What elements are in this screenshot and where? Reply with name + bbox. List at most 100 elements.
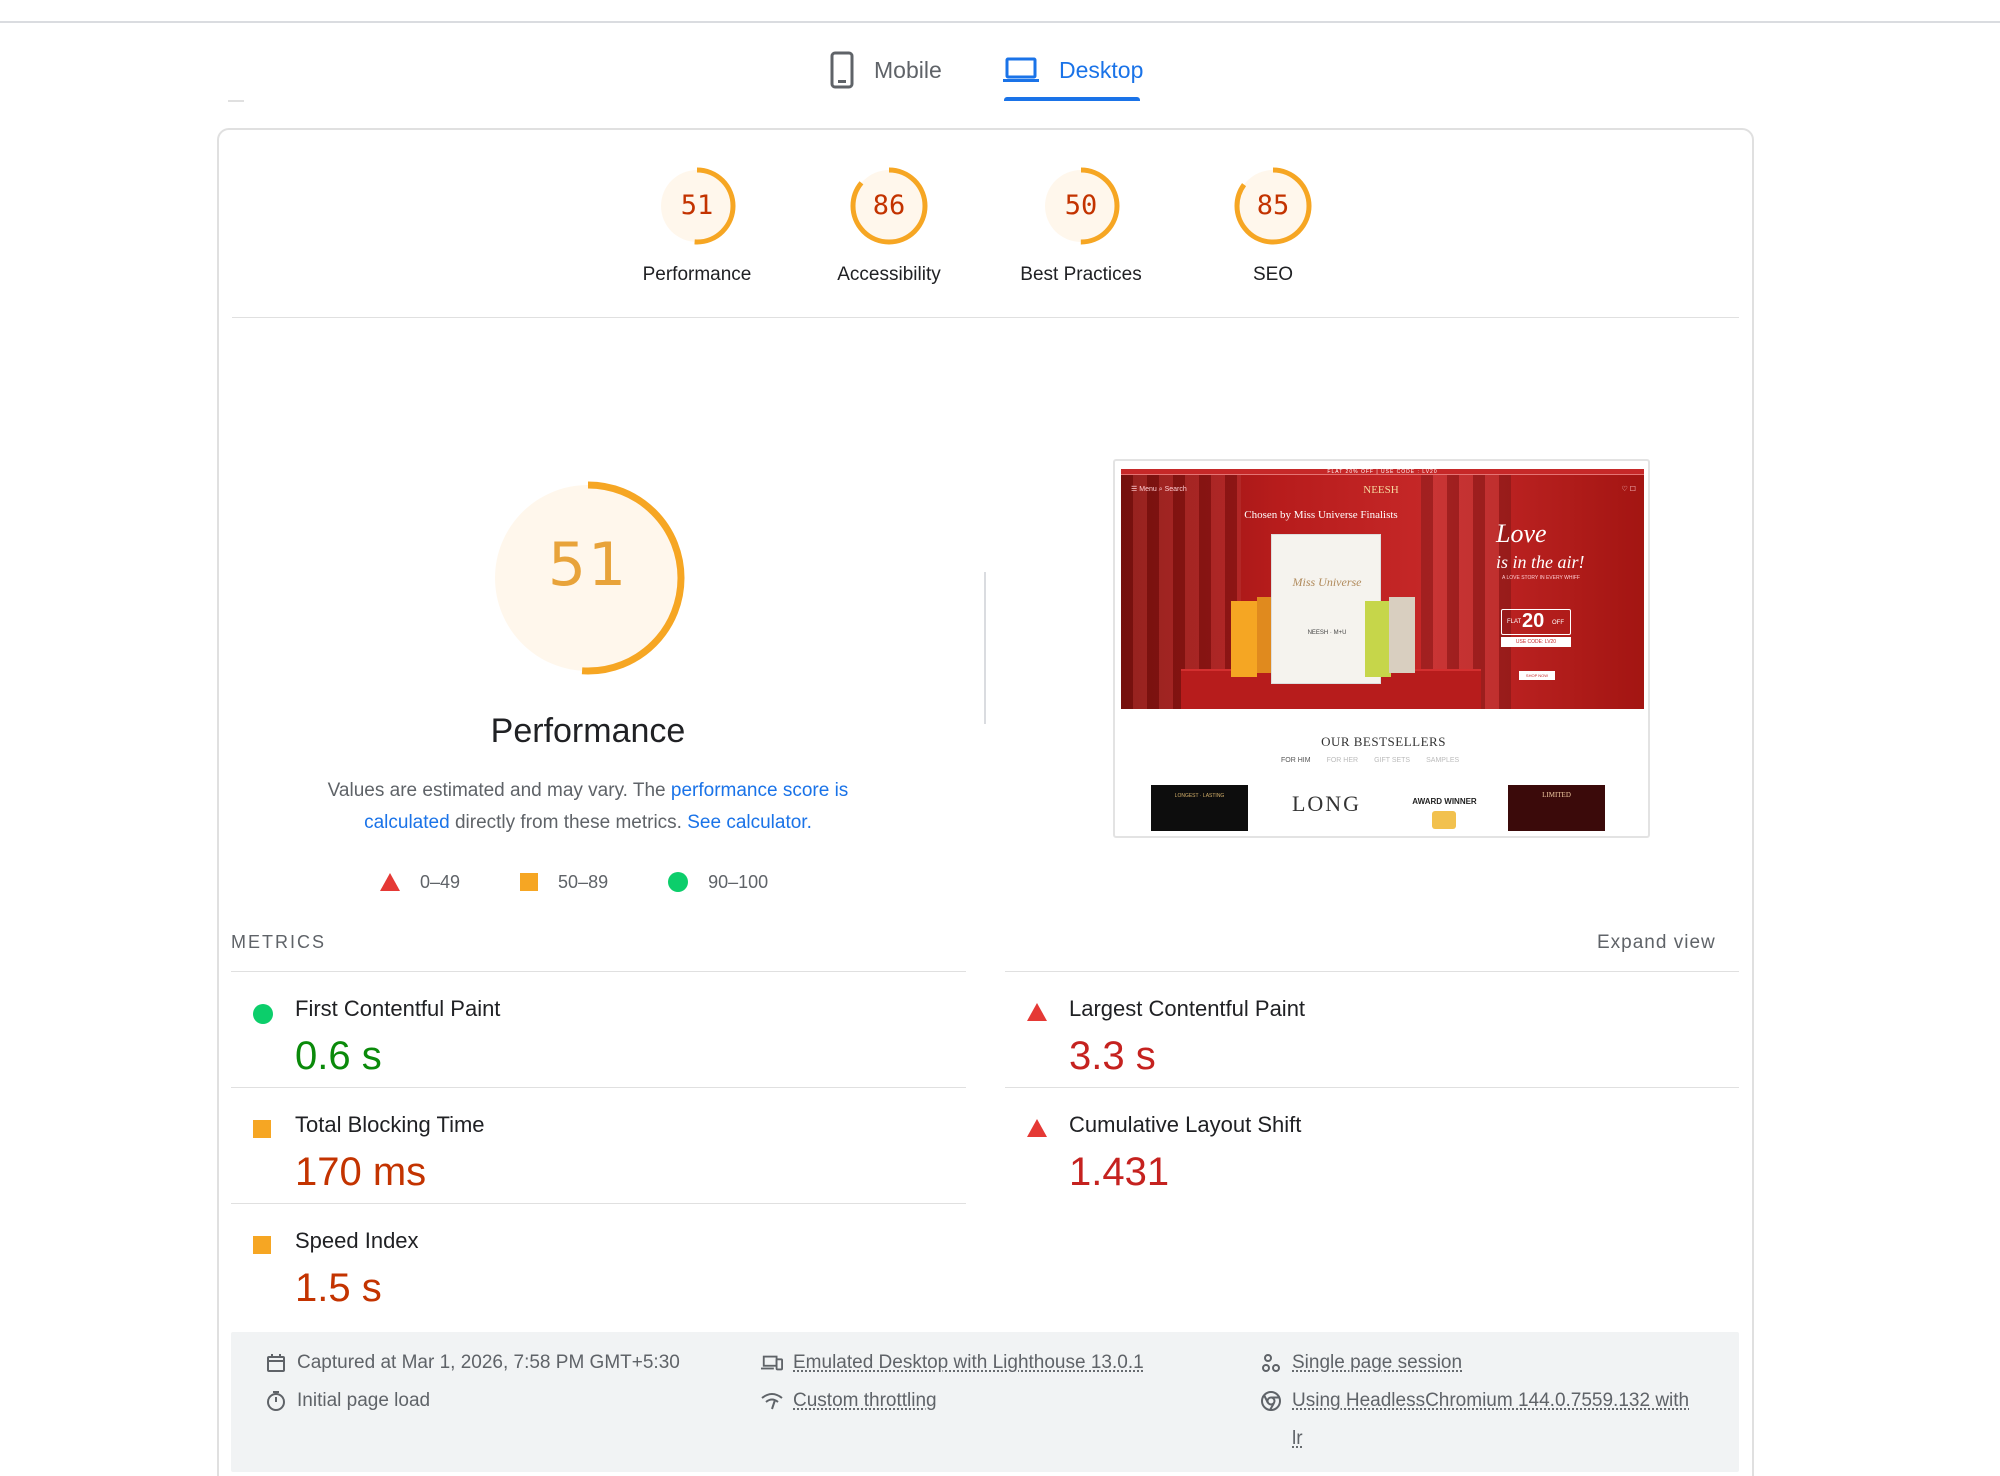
browser-version[interactable]: Using HeadlessChromium 144.0.7559.132 wi… (1260, 1382, 1689, 1458)
metric-value: 3.3 s (1069, 1034, 1156, 1079)
metric-value: 1.431 (1069, 1150, 1169, 1195)
perfume-box (1231, 601, 1257, 677)
captured-text: Captured at Mar 1, 2026, 7:58 PM GMT+5:3… (297, 1344, 680, 1382)
initial-text: Initial page load (297, 1382, 430, 1420)
gauge-accessibility[interactable]: 86 Accessibility (804, 165, 974, 286)
brand-logo: NEESH (1341, 484, 1421, 496)
metric-cls: Cumulative Layout Shift 1.431 (1005, 1100, 1705, 1210)
session-text: Single page session (1292, 1344, 1462, 1382)
active-tab-indicator (1004, 97, 1140, 101)
love-sub: A LOVE STORY IN EVERY WHIFF (1496, 575, 1586, 581)
legend-label: 50–89 (558, 872, 608, 893)
metric-name: Largest Contentful Paint (1069, 996, 1305, 1022)
people-icon (1260, 1344, 1282, 1382)
legend-average: 50–89 (520, 872, 608, 893)
calendar-icon (265, 1344, 287, 1382)
runtime-settings: Captured at Mar 1, 2026, 7:58 PM GMT+5:3… (231, 1332, 1739, 1472)
timer-icon (265, 1382, 287, 1420)
metric-name: Total Blocking Time (295, 1112, 485, 1138)
desc-text: directly from these metrics. (450, 812, 688, 833)
tab-desktop[interactable]: Desktop (1003, 38, 1143, 102)
emulated-text: Emulated Desktop with Lighthouse 13.0.1 (793, 1344, 1144, 1382)
wifi-icon (761, 1382, 783, 1420)
divider (232, 317, 1739, 318)
legend-good: 90–100 (668, 872, 768, 893)
triangle-icon (1027, 1119, 1047, 1137)
metric-value: 170 ms (295, 1150, 426, 1195)
gauge-score: 86 (804, 165, 974, 247)
divider (1005, 971, 1739, 972)
square-icon (253, 1236, 271, 1254)
product-thumb: LONGEST · LASTING (1151, 785, 1248, 831)
divider (231, 1087, 966, 1088)
square-icon (253, 1120, 271, 1138)
gauge-best-practices[interactable]: 50 Best Practices (996, 165, 1166, 286)
shop-now-button: SHOP NOW (1519, 671, 1555, 680)
promo-strip: FLAT 20% OFF | USE CODE : LV20 (1121, 469, 1644, 475)
product-thumb: LIMITED (1508, 785, 1605, 831)
device-tabs: Mobile Desktop (0, 38, 2000, 102)
phone-icon (830, 51, 854, 89)
expand-view-button[interactable]: Expand view (1597, 932, 1716, 954)
perfume-box (1365, 601, 1391, 677)
divider (231, 1203, 966, 1204)
metric-name: First Contentful Paint (295, 996, 500, 1022)
circle-icon (668, 872, 688, 892)
metric-value: 0.6 s (295, 1034, 382, 1079)
hero-tagline: Chosen by Miss Universe Finalists (1221, 509, 1421, 521)
cart-icons: ♡ ☐ (1622, 485, 1637, 494)
love-heading: Love is in the air! (1496, 521, 1586, 575)
tab-mobile-label: Mobile (874, 57, 942, 84)
perfume-box (1389, 597, 1415, 673)
gauge-label: SEO (1188, 264, 1358, 286)
metric-fcp: First Contentful Paint 0.6 s (231, 984, 931, 1094)
hero-banner: FLAT 20% OFF | USE CODE : LV20 ☰ Menu ⌕ … (1121, 469, 1644, 709)
box-title: Miss Universe (1272, 575, 1382, 590)
metric-name: Cumulative Layout Shift (1069, 1112, 1301, 1138)
triangle-icon (1027, 1003, 1047, 1021)
metric-speed-index: Speed Index 1.5 s (231, 1216, 931, 1326)
desc-text: Values are estimated and may vary. The (328, 780, 671, 801)
performance-score: 51 (488, 530, 688, 600)
menu-link: ☰ Menu ⌕ Search (1131, 485, 1187, 494)
throttling-text: Custom throttling (793, 1382, 937, 1420)
performance-title: Performance (388, 712, 788, 751)
offer-badge: FLAT 20 OFF (1501, 609, 1571, 635)
initial-page-load: Initial page load (265, 1382, 430, 1420)
metric-lcp: Largest Contentful Paint 3.3 s (1005, 984, 1705, 1094)
tab-mobile[interactable]: Mobile (830, 38, 942, 102)
promo-code: USE CODE: LV20 (1501, 637, 1571, 647)
legend-label: 90–100 (708, 872, 768, 893)
product-thumb: AWARD WINNER (1396, 785, 1493, 831)
divider (228, 100, 244, 102)
gauge-label: Accessibility (804, 264, 974, 286)
session-type[interactable]: Single page session (1260, 1344, 1462, 1382)
category-gauges: 51 Performance 86 Accessibility 50 Best … (0, 165, 2000, 295)
bestsellers-tabs: FOR HIM FOR HER GIFT SETS SAMPLES (1281, 757, 1459, 764)
see-calculator-link[interactable]: See calculator. (687, 812, 812, 833)
captured-at: Captured at Mar 1, 2026, 7:58 PM GMT+5:3… (265, 1344, 680, 1382)
gauge-score: 51 (612, 165, 782, 247)
top-border (0, 21, 2000, 23)
final-screenshot[interactable]: FLAT 20% OFF | USE CODE : LV20 ☰ Menu ⌕ … (1113, 459, 1650, 838)
square-icon (520, 873, 538, 891)
devices-icon (761, 1344, 783, 1382)
divider (1005, 1087, 1739, 1088)
throttling[interactable]: Custom throttling (761, 1382, 937, 1420)
metric-name: Speed Index (295, 1228, 419, 1254)
vertical-divider (984, 572, 986, 724)
gauge-seo[interactable]: 85 SEO (1188, 165, 1358, 286)
tab-desktop-label: Desktop (1059, 57, 1143, 84)
gauge-score: 50 (996, 165, 1166, 247)
performance-description: Values are estimated and may vary. The p… (288, 775, 888, 839)
gauge-performance[interactable]: 51 Performance (612, 165, 782, 286)
metric-tbt: Total Blocking Time 170 ms (231, 1100, 931, 1210)
score-legend: 0–49 50–89 90–100 (380, 870, 828, 894)
product-thumb: LONG (1278, 785, 1375, 831)
circle-icon (253, 1004, 273, 1024)
triangle-icon (380, 873, 400, 891)
bestsellers-title: OUR BESTSELLERS (1115, 734, 1650, 750)
metric-value: 1.5 s (295, 1266, 382, 1311)
metrics-header: METRICS (231, 932, 326, 953)
emulated-device[interactable]: Emulated Desktop with Lighthouse 13.0.1 (761, 1344, 1144, 1382)
